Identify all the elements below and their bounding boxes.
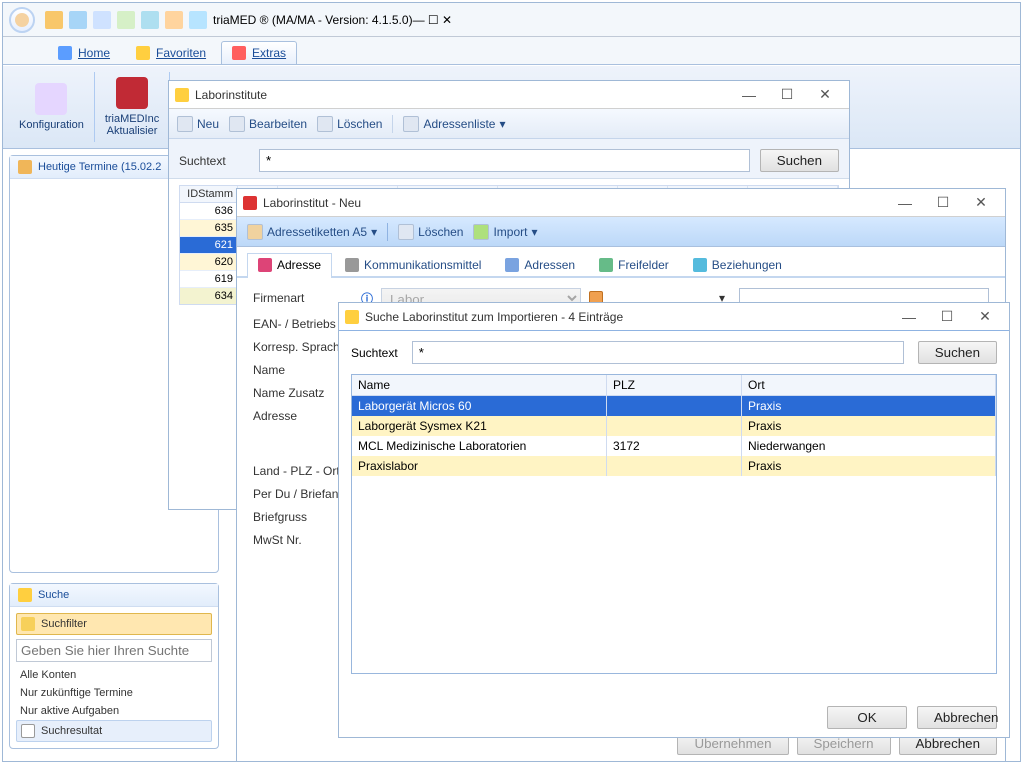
search-icon — [175, 88, 189, 102]
suchfilter[interactable]: Suchfilter — [16, 613, 212, 635]
maximize-button[interactable]: ☐ — [769, 84, 805, 106]
import-grid[interactable]: Name PLZ Ort Laborgerät Micros 60 Praxis… — [351, 374, 997, 674]
col-ort: Ort — [742, 375, 996, 396]
chevron-down-icon: ▾ — [531, 225, 537, 239]
minimize-button[interactable]: — — [887, 192, 923, 214]
delete-icon — [398, 224, 414, 240]
quick-access-toolbar: triaMED ® (MA/MA - Version: 4.1.5.0) — ☐… — [3, 3, 1020, 37]
window-title: Suche Laborinstitut zum Importieren - 4 … — [365, 310, 623, 324]
subtab-beziehungen[interactable]: Beziehungen — [682, 253, 793, 276]
toolbar-adressenliste[interactable]: Adressenliste ▾ — [403, 116, 505, 132]
import-icon — [473, 224, 489, 240]
tab-favoriten[interactable]: Favoriten — [125, 41, 217, 64]
maximize-button[interactable]: ☐ — [929, 306, 965, 328]
toolbar-adressetiketten[interactable]: Adressetiketten A5 ▾ — [247, 224, 377, 240]
suche-head: Suche — [10, 584, 218, 607]
page-icon — [21, 724, 35, 738]
qat-icon[interactable] — [189, 11, 207, 29]
search-icon — [18, 588, 32, 602]
table-row: Praxislabor Praxis — [352, 456, 996, 476]
search-icon — [345, 310, 359, 324]
suchtext-input[interactable] — [412, 341, 904, 364]
col-plz: PLZ — [607, 375, 742, 396]
abbrechen-button[interactable]: Abbrechen — [917, 706, 997, 729]
toolbar-loeschen[interactable]: Löschen — [317, 116, 382, 132]
import-suche-window: Suche Laborinstitut zum Importieren - 4 … — [338, 302, 1010, 738]
qat-icon[interactable] — [117, 11, 135, 29]
print-icon — [403, 116, 419, 132]
suchtext-label: Suchtext — [351, 346, 398, 360]
suchen-button[interactable]: Suchen — [760, 149, 839, 172]
close-button[interactable]: ✕ — [807, 84, 843, 106]
subtab-adressen[interactable]: Adressen — [494, 253, 586, 276]
calendar-icon — [18, 160, 32, 174]
lab-icon — [243, 196, 257, 210]
maximize-button[interactable]: ☐ — [925, 192, 961, 214]
subtab-adresse[interactable]: Adresse — [247, 253, 332, 276]
table-row: Laborgerät Micros 60 Praxis — [352, 396, 996, 416]
minimize-button[interactable]: — — [891, 306, 927, 328]
sub-tabs: Adresse Kommunikationsmittel Adressen Fr… — [237, 247, 1005, 278]
pin-icon — [258, 258, 272, 272]
minimize-button[interactable]: — — [731, 84, 767, 106]
close-button[interactable]: ✕ — [442, 13, 452, 27]
link-icon — [693, 258, 707, 272]
chevron-down-icon: ▾ — [371, 225, 377, 239]
ribbon-triamedinc[interactable]: triaMEDInc Aktualisier — [95, 72, 170, 142]
gear-icon — [35, 83, 67, 115]
qat-icon[interactable] — [69, 11, 87, 29]
import-footer: OK Abbrechen — [827, 706, 997, 729]
ribbon-konfiguration[interactable]: Konfiguration — [9, 72, 95, 142]
blue-toolbar: Adressetiketten A5 ▾ Löschen Import ▾ — [237, 217, 1005, 247]
phone-icon — [345, 258, 359, 272]
ribbon-tabs: Home Favoriten Extras — [3, 37, 1020, 65]
toolbar-neu[interactable]: Neu — [177, 116, 219, 132]
window-title: Laborinstitute — [195, 88, 267, 102]
avatar-icon — [9, 7, 35, 33]
subtab-komm[interactable]: Kommunikationsmittel — [334, 253, 492, 276]
delete-icon — [317, 116, 333, 132]
zukunft-termine[interactable]: Nur zukünftige Termine — [16, 684, 212, 702]
search-bar: Suchtext Suchen — [169, 139, 849, 179]
window-title: Laborinstitut - Neu — [263, 196, 361, 210]
maximize-button[interactable]: ☐ — [428, 13, 439, 27]
suchresultat[interactable]: Suchresultat — [16, 720, 212, 742]
qat-icon[interactable] — [93, 11, 111, 29]
tab-extras[interactable]: Extras — [221, 41, 297, 64]
close-button[interactable]: ✕ — [967, 306, 1003, 328]
toolbar-bearbeiten[interactable]: Bearbeiten — [229, 116, 307, 132]
triamed-icon — [116, 77, 148, 109]
new-icon — [177, 116, 193, 132]
close-button[interactable]: ✕ — [963, 192, 999, 214]
tab-home[interactable]: Home — [47, 41, 121, 64]
toolbar-import[interactable]: Import ▾ — [473, 224, 537, 240]
fields-icon — [599, 258, 613, 272]
toolbar: Neu Bearbeiten Löschen Adressenliste ▾ — [169, 109, 849, 139]
subtab-freifelder[interactable]: Freifelder — [588, 253, 680, 276]
ok-button[interactable]: OK — [827, 706, 907, 729]
minimize-button[interactable]: — — [413, 13, 425, 27]
aktive-aufgaben[interactable]: Nur aktive Aufgaben — [16, 702, 212, 720]
alle-konten[interactable]: Alle Konten — [16, 666, 212, 684]
main-title: triaMED ® (MA/MA - Version: 4.1.5.0) — [213, 13, 413, 27]
label-icon — [247, 224, 263, 240]
chevron-down-icon: ▾ — [499, 117, 505, 131]
qat-icon[interactable] — [165, 11, 183, 29]
table-row: MCL Medizinische Laboratorien 3172 Niede… — [352, 436, 996, 456]
suchen-button[interactable]: Suchen — [918, 341, 997, 364]
suche-input[interactable] — [16, 639, 212, 662]
filter-icon — [21, 617, 35, 631]
suchtext-label: Suchtext — [179, 154, 249, 168]
qat-icon[interactable] — [141, 11, 159, 29]
col-name: Name — [352, 375, 607, 396]
edit-icon — [229, 116, 245, 132]
table-row: Laborgerät Sysmex K21 Praxis — [352, 416, 996, 436]
list-icon — [505, 258, 519, 272]
import-search-bar: Suchtext Suchen — [339, 331, 1009, 374]
col-idstamm: IDStamm — [180, 186, 238, 203]
toolbar-loeschen[interactable]: Löschen — [398, 224, 463, 240]
suchtext-input[interactable] — [259, 149, 750, 172]
qat-icon[interactable] — [45, 11, 63, 29]
